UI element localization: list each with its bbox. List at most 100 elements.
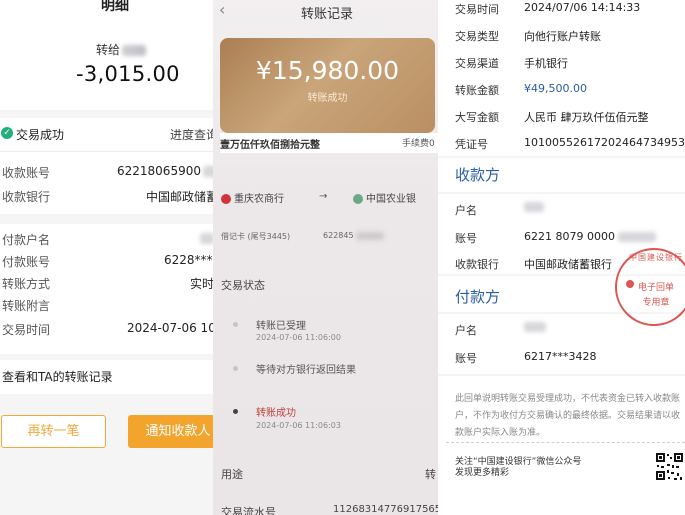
amount-card: ¥15,980.00 转账成功 bbox=[220, 38, 435, 133]
to-bank: 中国农业银 bbox=[353, 190, 416, 205]
screenshot-collage: 明细 转给 -3,015.00 ✓ 交易成功 进度查询 收款账号 6221806… bbox=[0, 0, 685, 515]
bank-seal-stamp: 中国建设银行 电子回单 专用章 bbox=[615, 248, 685, 326]
status-card: ✓ 交易成功 进度查询 收款账号 62218065900 收款银行 中国邮政储蓄 bbox=[0, 118, 215, 214]
payer-card: 付款户名 付款账号 6228****3 转账方式 实时 转账附言 交易时间 20… bbox=[0, 224, 215, 354]
row-value: 2024/07/06 14:14:33 bbox=[524, 1, 641, 14]
row-value: 11268314776917565 bbox=[333, 504, 441, 515]
transfer-to-label: 转给 bbox=[96, 43, 121, 57]
detail-panel: 明细 转给 -3,015.00 ✓ 交易成功 进度查询 收款账号 6221806… bbox=[0, 0, 215, 515]
transfer-status: 转账成功 bbox=[307, 93, 348, 104]
row-label: 转账附言 bbox=[2, 299, 51, 313]
row-label: 转账方式 bbox=[2, 277, 51, 291]
page-title: 明细 bbox=[101, 0, 129, 14]
row-label: 收款账号 bbox=[2, 166, 51, 180]
row-value-blurred bbox=[200, 231, 214, 245]
row-value: 62218065900 bbox=[117, 164, 215, 178]
row-label: 交易时间 bbox=[2, 323, 51, 337]
progress-query-link[interactable]: 进度查询 bbox=[170, 126, 215, 143]
row-label: 付款户名 bbox=[2, 233, 51, 247]
row-value: 6228****3 bbox=[164, 253, 215, 267]
timeline-time: 2024-07-06 11:06:00 bbox=[256, 333, 341, 342]
detail-row: 交易时间 2024-07-06 10:10 bbox=[0, 321, 215, 337]
timeline-step: 转账成功 bbox=[256, 408, 296, 419]
from-bank: 重庆农商行 bbox=[221, 190, 284, 205]
row-value: 人民币 肆万玖仟伍佰元整 bbox=[524, 111, 649, 124]
row-value: 6221 8079 0000 bbox=[524, 230, 656, 243]
row-value: 中国邮政储蓄 bbox=[146, 190, 215, 204]
notify-payee-button[interactable]: 通知收款人 bbox=[128, 415, 215, 448]
stamp-mid-text: 电子回单 bbox=[637, 283, 674, 293]
detail-row: 转账方式 实时 bbox=[0, 275, 215, 291]
status-text: 交易成功 bbox=[16, 128, 65, 142]
transfer-again-button[interactable]: 再转一笔 bbox=[1, 415, 106, 448]
arrow-right-icon: → bbox=[319, 191, 328, 202]
timeline-step: 转账已受理 bbox=[256, 321, 306, 332]
check-circle-icon: ✓ bbox=[1, 127, 13, 139]
row-value: 实时 bbox=[190, 277, 215, 291]
timeline-time: 2024-07-06 11:06:03 bbox=[256, 421, 341, 430]
receipt-panel: 交易时间 2024/07/06 14:14:33 交易类型 向他行账户转账 交易… bbox=[438, 0, 685, 515]
detail-row: 付款账号 6228****3 bbox=[0, 253, 215, 269]
transaction-info: 交易时间 2024/07/06 14:14:33 交易类型 向他行账户转账 交易… bbox=[438, 0, 685, 156]
amount-card: 转给 -3,015.00 bbox=[0, 14, 215, 110]
bank-logo-icon bbox=[221, 194, 231, 204]
purpose-row: 用途 转 bbox=[221, 466, 441, 482]
recipient-name-blurred bbox=[122, 45, 147, 56]
row-label: 账号 bbox=[455, 232, 477, 245]
detail-row: 转账附言 bbox=[0, 297, 215, 313]
to-card: 622845 bbox=[323, 231, 384, 240]
transfer-record-link[interactable]: 查看和TA的转账记录 bbox=[0, 360, 215, 394]
row-value: 转 bbox=[425, 468, 436, 481]
detail-header: 明细 bbox=[0, 0, 215, 14]
row-label: 交易流水号 bbox=[221, 506, 276, 515]
follow-hint: 关注“中国建设银行”微信公众号 发现更多精彩 bbox=[455, 457, 581, 479]
timeline-dot bbox=[233, 322, 238, 327]
timeline-step: 等待对方银行返回结果 bbox=[256, 365, 356, 376]
transfer-record-panel: ‹ 转账记录 ¥15,980.00 转账成功 壹万伍仟玖佰捌拾元整 手续费0 重… bbox=[213, 0, 441, 515]
row-value-blurred bbox=[524, 322, 546, 335]
follow-line: 关注“中国建设银行”微信公众号 bbox=[455, 457, 582, 467]
section-title: 付款方 bbox=[455, 288, 501, 306]
record-link-text: 查看和TA的转账记录 bbox=[2, 370, 113, 384]
disclaimer-note: 此回单说明转账交易受理成功，不代表资金已转入收款账户，不作为收付方交易确认的最终… bbox=[455, 394, 681, 438]
qr-code-icon[interactable] bbox=[654, 451, 685, 515]
row-value: 6217***3428 bbox=[524, 350, 597, 363]
divider bbox=[0, 151, 215, 152]
row-value: 向他行账户转账 bbox=[524, 30, 601, 43]
payee-title-bar: 收款方 bbox=[438, 158, 685, 192]
row-label: 收款银行 bbox=[2, 190, 51, 204]
timeline-dot-active bbox=[233, 409, 238, 414]
row-value: 10100552617202464734953395 bbox=[524, 136, 685, 149]
row-label: 用途 bbox=[221, 468, 243, 481]
recipient-line: 转给 bbox=[96, 41, 147, 58]
nav-bar: ‹ 转账记录 bbox=[213, 0, 441, 28]
bank-route: 重庆农商行 → 中国农业银 借记卡 (尾号3445) 622845 bbox=[213, 175, 441, 245]
row-label: 付款账号 bbox=[2, 255, 51, 269]
amount-in-words: 壹万伍仟玖佰捌拾元整 bbox=[220, 140, 320, 151]
detail-row: 收款银行 中国邮政储蓄 bbox=[0, 188, 215, 204]
row-value-blurred bbox=[524, 202, 544, 215]
row-value: 中国邮政储蓄银行 bbox=[524, 258, 612, 271]
detail-row: 付款户名 bbox=[0, 231, 215, 247]
fee-text: 手续费0 bbox=[402, 139, 435, 149]
row-label: 交易时间 bbox=[455, 3, 499, 16]
row-label: 户名 bbox=[455, 204, 477, 217]
transfer-amount: -3,015.00 bbox=[76, 62, 180, 86]
section-title: 收款方 bbox=[455, 166, 501, 184]
row-label: 交易类型 bbox=[455, 30, 499, 43]
row-label: 凭证号 bbox=[455, 138, 488, 151]
from-card: 借记卡 (尾号3445) bbox=[221, 232, 291, 241]
row-value: 手机银行 bbox=[524, 57, 568, 70]
row-value: ¥49,500.00 bbox=[524, 82, 587, 95]
row-label: 户名 bbox=[455, 324, 477, 337]
follow-line: 发现更多精彩 bbox=[455, 468, 510, 478]
amount-strip: 壹万伍仟玖佰捌拾元整 手续费0 bbox=[220, 133, 441, 153]
stamp-ring-text: 中国建设银行 bbox=[629, 253, 683, 262]
state-title: 交易状态 bbox=[221, 279, 265, 292]
dashed-divider bbox=[446, 442, 685, 443]
row-label: 转账金额 bbox=[455, 84, 499, 97]
page-title: 转账记录 bbox=[300, 7, 353, 22]
bank-logo-icon bbox=[353, 194, 363, 204]
stamp-bottom-text: 专用章 bbox=[642, 298, 670, 308]
serial-row: 交易流水号 11268314776917565 bbox=[221, 504, 441, 515]
